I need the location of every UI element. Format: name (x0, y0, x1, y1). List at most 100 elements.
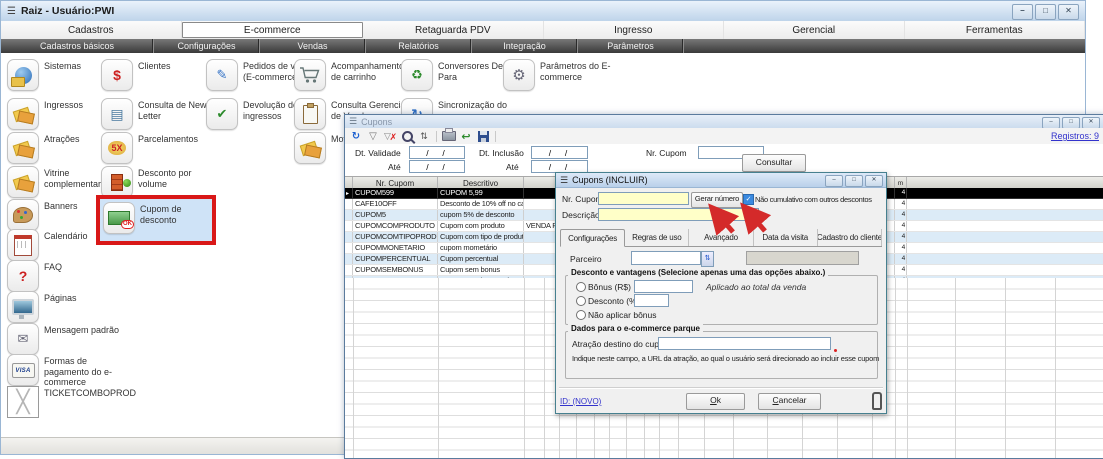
person-dollar-icon: $ (101, 59, 133, 91)
clipboard-icon (294, 98, 326, 130)
export-button[interactable]: ↩ (459, 130, 473, 143)
nr-cupom-input[interactable] (598, 192, 689, 205)
cell-nr-cupom: CAFE10OFF (353, 199, 438, 209)
cell-nr-cupom: CUPOMSEMBONUS (353, 265, 438, 275)
tickets-magnifier-icon (7, 132, 39, 164)
gerar-numero-button[interactable]: Gerar número (691, 192, 743, 208)
nao-aplicar-label: Não aplicar bônus (588, 310, 657, 320)
clear-x-icon: ✗ (389, 132, 397, 143)
atracao-label: Atração destino do cupom (572, 339, 671, 349)
cell-extra (524, 199, 556, 209)
menu-item[interactable]: Integração (472, 39, 578, 53)
module-tab[interactable]: Gerencial (724, 21, 905, 39)
bonus-radio[interactable] (576, 282, 586, 292)
desconto-value-input[interactable] (634, 294, 669, 307)
tickets-icon (7, 98, 39, 130)
registros-link[interactable]: Registros: 9 (1051, 131, 1099, 141)
grid-column-line (353, 278, 354, 458)
question-person-icon: ? (7, 260, 39, 292)
menu-item[interactable]: Vendas (260, 39, 366, 53)
coins-5x-icon: 5X (101, 132, 133, 164)
cell-nr-cupom: CUPOMCOMTIPOPRODUTO (353, 232, 438, 242)
save-button[interactable] (476, 130, 490, 143)
paperclip-icon[interactable] (872, 392, 882, 410)
modal-tab[interactable]: Configurações (560, 229, 625, 247)
newsletter-doc-icon: ▤ (101, 98, 133, 130)
disk-icon (478, 131, 489, 142)
convert-recycle-icon: ♻ (401, 59, 433, 91)
parceiro-label: Parceiro (570, 254, 602, 264)
module-tab[interactable]: E-commerce (182, 22, 364, 38)
modal-tab[interactable]: Cadastro do cliente (818, 229, 882, 246)
module-tab[interactable]: Ingresso (544, 21, 725, 39)
nao-aplicar-radio[interactable] (576, 310, 586, 320)
menu-hamburger-icon[interactable]: ☰ (560, 175, 568, 186)
atracao-input[interactable] (658, 337, 831, 350)
modal-tab[interactable]: Avançado (689, 229, 753, 246)
descricao-input[interactable] (598, 208, 759, 221)
menu-item[interactable]: Cadastros básicos (1, 39, 154, 53)
cell-descritivo: CUPOM 5,99 (438, 188, 524, 198)
cell-num: 4 (895, 210, 907, 220)
close-button[interactable]: ✕ (865, 175, 883, 187)
globe-folder-icon (7, 59, 39, 91)
cell-nr-cupom: CUPOM5 (353, 210, 438, 220)
id-novo-link[interactable]: ID: (NOVO) (560, 397, 601, 406)
cell-nr-cupom: CUPOMPERCENTUAL (353, 254, 438, 264)
dt-validade-input[interactable] (409, 146, 465, 159)
search-button[interactable] (400, 130, 414, 143)
restore-button[interactable]: □ (1035, 4, 1056, 20)
consultar-button[interactable]: Consultar (742, 154, 806, 172)
palette-icon (7, 199, 39, 231)
dt-validade-ate-input[interactable] (409, 160, 465, 173)
menu-item[interactable]: Configurações (154, 39, 260, 53)
cell-extra (524, 265, 556, 275)
bonus-value-input[interactable] (634, 280, 693, 293)
cell-extra: VENDA PE (524, 221, 556, 231)
nr-cupom-label: Nr. Cupom (562, 194, 603, 204)
menu-hamburger-icon[interactable]: ☰ (7, 6, 16, 17)
cupons-titlebar: ☰ Cupons (345, 115, 1103, 129)
modal-tabs: ConfiguraçõesRegras de usoAvançadoData d… (560, 229, 882, 247)
atracao-hint: Indique neste campo, a URL da atração, a… (572, 354, 879, 363)
menu-hamburger-icon[interactable]: ☰ (349, 116, 357, 127)
parceiro-lookup-button[interactable]: ⇅ (701, 251, 714, 267)
dt-inclusao-input[interactable] (531, 146, 588, 159)
nao-cumulativo-checkbox[interactable]: ✓ (743, 194, 754, 205)
menu-item[interactable]: Relatórios (366, 39, 472, 53)
filter-button[interactable]: ▽ (366, 130, 380, 143)
modal-tab[interactable]: Data da visita (754, 229, 818, 246)
main-titlebar: ☰ Raiz - Usuário:PWI – □ ✕ (1, 1, 1085, 22)
tickets-magnifier-icon (294, 132, 326, 164)
cell-descritivo: Cupom percentual (438, 254, 524, 264)
ok-button[interactable]: Ok (686, 393, 745, 410)
module-tab[interactable]: Retaguarda PDV (363, 21, 544, 39)
minimize-button[interactable]: – (825, 175, 843, 187)
restore-button[interactable]: □ (845, 175, 863, 187)
desconto-group-title: Desconto e vantagens (Selecione apenas u… (568, 268, 828, 277)
grid-column-line (544, 278, 545, 458)
parceiro-description-field (746, 251, 859, 265)
cell-descritivo: Cupom com tipo de produto (438, 232, 524, 242)
row-indicator (345, 188, 353, 198)
desconto-radio[interactable] (576, 296, 586, 306)
sort-button[interactable]: ⇅ (417, 130, 431, 143)
parceiro-input[interactable] (631, 251, 701, 265)
bonus-label: Bônus (R$) (588, 282, 631, 292)
cancelar-button[interactable]: Cancelar (758, 393, 821, 410)
shopping-cart-icon (294, 59, 326, 91)
clear-filter-button[interactable]: ▽ ✗ (383, 130, 397, 143)
print-button[interactable] (442, 130, 456, 143)
menu-item[interactable]: Parâmetros (578, 39, 684, 53)
close-button[interactable]: ✕ (1058, 4, 1079, 20)
cell-num: 4 (895, 199, 907, 209)
cell-extra (524, 188, 556, 198)
module-tab[interactable]: Ferramentas (905, 21, 1086, 39)
module-tab[interactable]: Cadastros (1, 21, 182, 39)
divider (559, 387, 883, 389)
toolbar-separator (495, 131, 496, 142)
modal-tab[interactable]: Regras de uso (625, 229, 689, 246)
cell-num: 4 (895, 232, 907, 242)
refresh-button[interactable]: ↻ (349, 130, 363, 143)
minimize-button[interactable]: – (1012, 4, 1033, 20)
